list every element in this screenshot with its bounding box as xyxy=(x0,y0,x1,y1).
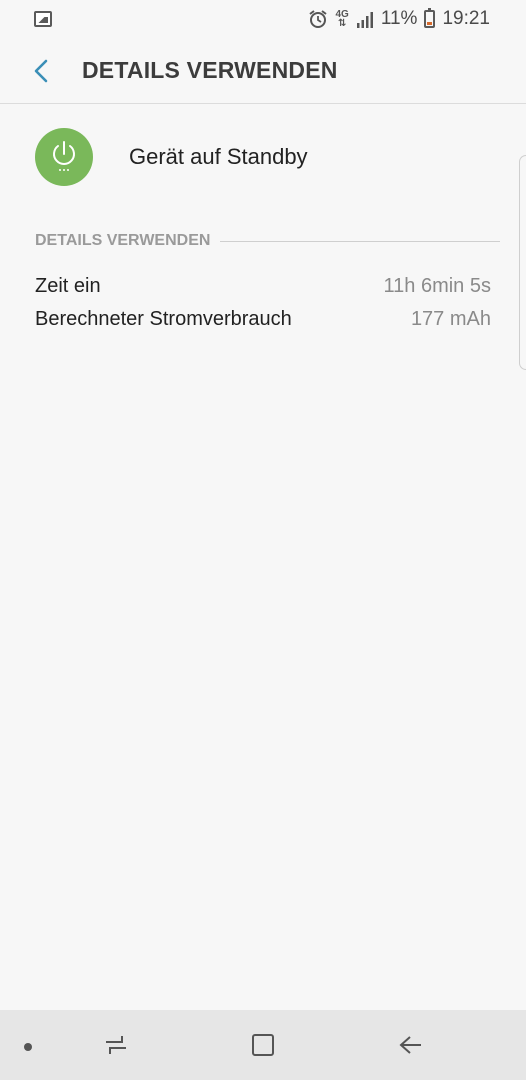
app-header: Gerät auf Standby xyxy=(0,105,526,209)
clock: 19:21 xyxy=(442,8,490,29)
back-arrow-icon xyxy=(34,59,48,82)
recents-button[interactable] xyxy=(101,1030,131,1060)
recents-icon xyxy=(106,1036,126,1054)
battery-percent: 11% xyxy=(380,8,418,29)
detail-label: Berechneter Stromverbrauch xyxy=(35,308,292,330)
divider xyxy=(220,240,500,242)
nav-back-button[interactable] xyxy=(395,1030,425,1060)
navigation-bar xyxy=(0,1010,526,1080)
section-title: DETAILS VERWENDEN xyxy=(35,232,211,249)
page-title: DETAILS VERWENDEN xyxy=(82,57,338,83)
back-button[interactable] xyxy=(26,56,56,86)
image-icon xyxy=(34,11,52,27)
network-type-label: 4G ⇅ xyxy=(335,9,349,29)
app-icon xyxy=(35,128,93,186)
detail-label: Zeit ein xyxy=(35,275,101,297)
detail-row-time-on: Zeit ein 11h 6min 5s xyxy=(35,275,491,298)
alarm-icon xyxy=(309,10,328,28)
home-button[interactable] xyxy=(248,1030,278,1060)
scroll-indicator[interactable] xyxy=(519,155,526,370)
app-name: Gerät auf Standby xyxy=(129,144,308,169)
power-icon xyxy=(53,141,75,171)
home-icon xyxy=(252,1034,274,1056)
battery-icon xyxy=(424,8,436,28)
app-bar: DETAILS VERWENDEN xyxy=(0,38,526,104)
nav-bar-toggle-dot[interactable] xyxy=(24,1043,32,1051)
signal-icon xyxy=(356,12,373,28)
section-header: DETAILS VERWENDEN xyxy=(35,232,500,250)
back-icon xyxy=(399,1036,421,1054)
detail-value: 11h 6min 5s xyxy=(383,275,491,297)
detail-value: 177 mAh xyxy=(410,308,491,330)
status-bar: 4G ⇅ 11% 19:21 xyxy=(0,0,526,38)
detail-row-power-usage: Berechneter Stromverbrauch 177 mAh xyxy=(35,308,491,331)
